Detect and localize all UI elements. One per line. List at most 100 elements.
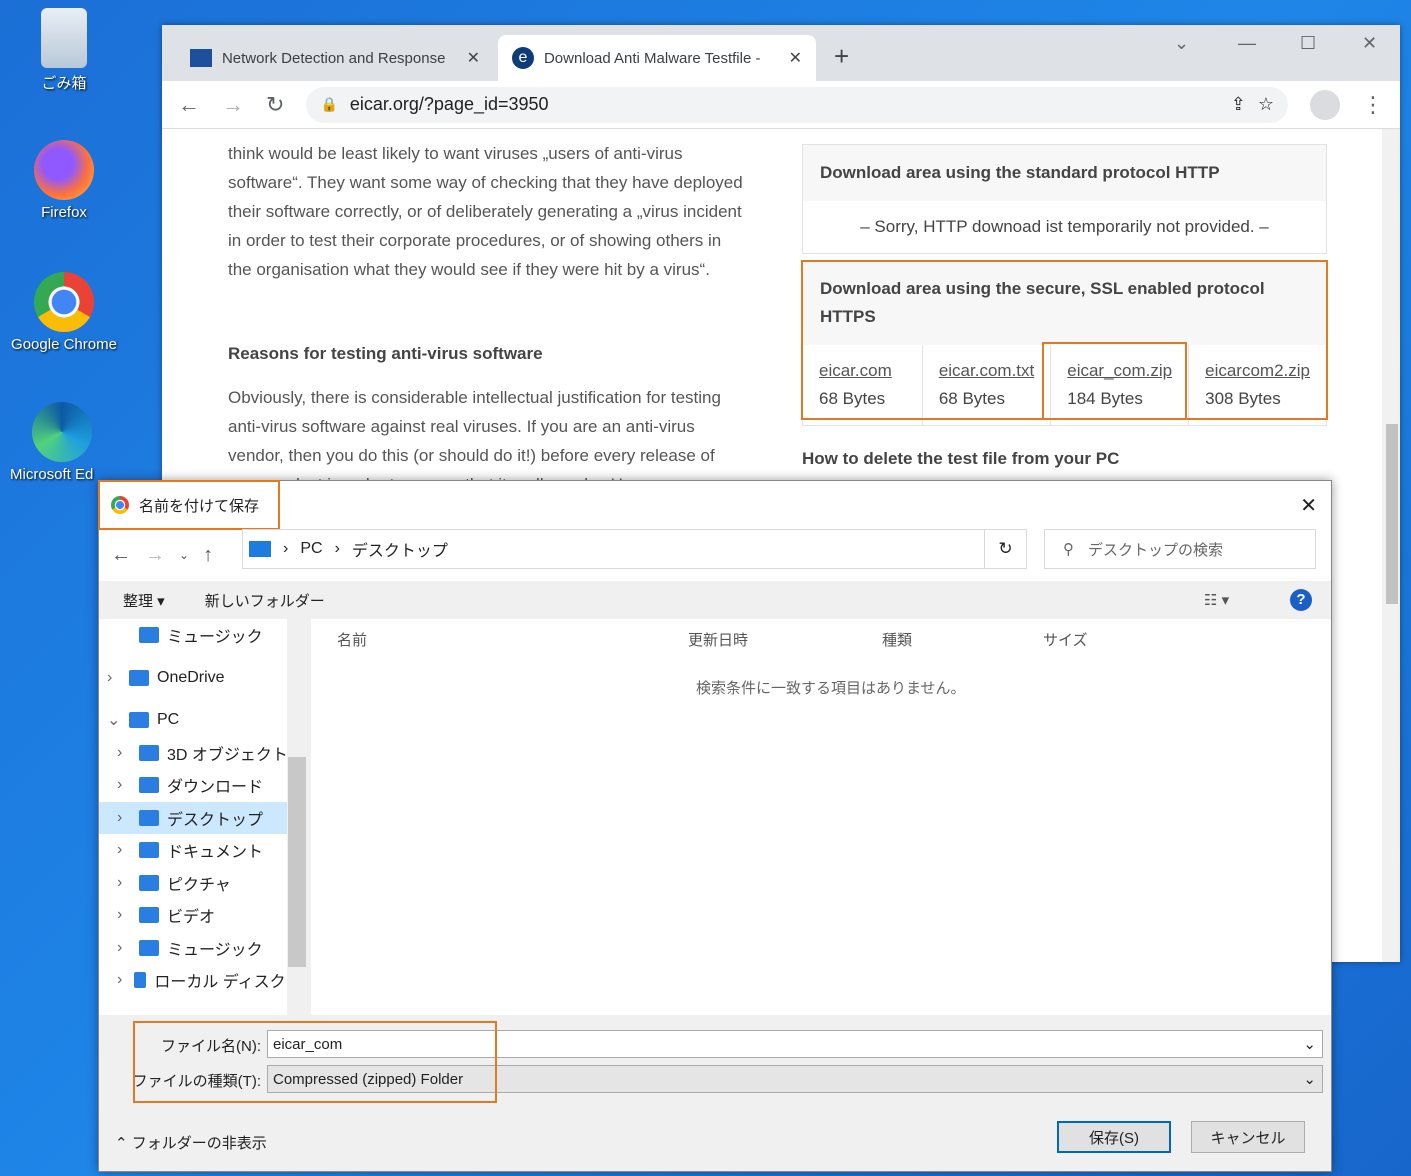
forward-icon[interactable]: →	[222, 92, 244, 118]
scrollbar-thumb[interactable]	[1386, 424, 1398, 604]
forward-icon[interactable]: →	[145, 544, 165, 567]
article-heading: Reasons for testing anti-virus software	[228, 344, 543, 363]
desktop-icon	[139, 809, 159, 826]
expand-chevron-icon[interactable]: ›	[117, 971, 126, 989]
tree-item[interactable]: › ピクチャ	[99, 867, 307, 900]
tree-item[interactable]: › ビデオ	[99, 899, 307, 932]
help-icon[interactable]: ?	[1290, 589, 1312, 611]
tree-item[interactable]: › 3D オブジェクト	[99, 737, 307, 770]
pc-icon	[129, 712, 149, 729]
dialog-close-icon[interactable]: ✕	[1300, 493, 1317, 518]
profile-avatar-icon[interactable]	[1310, 89, 1340, 120]
tab-search-icon[interactable]: ⌄	[1174, 33, 1189, 54]
tab-network-detection[interactable]: Network Detection and Response ✕	[176, 35, 494, 81]
3d-objects-icon	[139, 744, 159, 761]
refresh-icon[interactable]: ↻	[984, 529, 1027, 569]
breadcrumb-item[interactable]: PC	[300, 540, 322, 558]
firefox-icon	[34, 140, 94, 200]
expand-chevron-icon[interactable]: ›	[117, 939, 131, 957]
column-header-date[interactable]: 更新日時	[688, 629, 748, 650]
chrome-icon	[34, 272, 94, 332]
tree-item[interactable]: › ダウンロード	[99, 769, 307, 802]
edge-icon	[32, 402, 92, 462]
expand-chevron-icon[interactable]: ›	[117, 809, 131, 827]
up-icon[interactable]: ↑	[203, 544, 213, 567]
vmw-icon	[190, 49, 212, 67]
pictures-icon	[139, 874, 159, 891]
highlight-filename-fields	[133, 1021, 497, 1103]
highlight-dialog-title	[98, 480, 280, 530]
tree-item[interactable]: ミュージック	[99, 619, 307, 652]
organize-button[interactable]: 整理 ▾	[123, 590, 165, 611]
expand-chevron-icon[interactable]: ›	[117, 874, 131, 892]
eicar-icon: e	[512, 47, 534, 69]
breadcrumb-item[interactable]: デスクトップ	[352, 537, 448, 561]
back-icon[interactable]: ←	[111, 544, 131, 567]
recycle-bin-icon	[41, 8, 87, 68]
address-breadcrumb[interactable]: › PC› デスクトップ ⌄	[242, 529, 1027, 569]
expand-chevron-icon[interactable]: ›	[117, 906, 131, 924]
close-window-icon[interactable]: ✕	[1362, 33, 1377, 54]
search-placeholder: デスクトップの検索	[1088, 541, 1224, 559]
tree-item[interactable]: › ミュージック	[99, 932, 307, 965]
minimize-icon[interactable]: —	[1238, 33, 1256, 54]
lock-icon: 🔒	[320, 96, 338, 112]
url-text: eicar.org/?page_id=3950	[349, 94, 549, 114]
music-icon	[139, 627, 159, 644]
file-list: 名前 更新日時 種類 サイズ 検索条件に一致する項目はありません。	[311, 619, 1331, 1015]
share-icon[interactable]: ⇪	[1231, 94, 1246, 115]
tree-item[interactable]: › OneDrive	[99, 662, 307, 695]
column-header-type[interactable]: 種類	[882, 629, 912, 650]
expand-chevron-icon[interactable]: ›	[117, 744, 131, 762]
maximize-icon[interactable]: ☐	[1300, 33, 1316, 54]
tree-item[interactable]: › ローカル ディスク (C	[99, 964, 307, 997]
tree-item[interactable]: ⌄ PC	[99, 704, 307, 737]
expand-chevron-icon[interactable]: ›	[107, 669, 121, 687]
recent-dropdown-icon[interactable]: ⌄	[179, 548, 189, 562]
bookmark-star-icon[interactable]: ☆	[1258, 94, 1274, 115]
new-folder-button[interactable]: 新しいフォルダー	[205, 590, 325, 611]
close-tab-icon[interactable]: ✕	[789, 48, 802, 68]
back-icon[interactable]: ←	[178, 92, 200, 118]
hide-folders-button[interactable]: ⌃ フォルダーの非表示	[115, 1132, 267, 1153]
view-options-icon[interactable]: ☷ ▾	[1204, 591, 1229, 609]
desktop-icon-edge[interactable]: Microsoft Ed	[10, 402, 130, 483]
menu-icon[interactable]: ⋮	[1362, 92, 1384, 118]
tree-item-label: ダウンロード	[167, 779, 264, 797]
tree-item[interactable]: › ドキュメント	[99, 834, 307, 867]
column-header-size[interactable]: サイズ	[1043, 629, 1088, 650]
tree-item-label: ドキュメント	[167, 844, 264, 862]
save-button[interactable]: 保存(S)	[1057, 1121, 1171, 1153]
tree-item-label: デスクトップ	[167, 811, 264, 829]
filename-dropdown-icon[interactable]: ⌄	[1303, 1035, 1322, 1053]
search-input[interactable]: ⚲ デスクトップの検索	[1044, 529, 1316, 569]
close-tab-icon[interactable]: ✕	[467, 48, 480, 68]
desktop-icon-recycle-bin[interactable]: ごみ箱	[4, 8, 124, 93]
expand-chevron-icon[interactable]: ›	[117, 841, 131, 859]
new-tab-button[interactable]: +	[834, 41, 849, 72]
reload-icon[interactable]: ↻	[266, 92, 284, 118]
tab-title: Download Anti Malware Testfile -	[543, 49, 761, 67]
desktop-icon-chrome[interactable]: Google Chrome	[4, 272, 124, 353]
scrollbar-thumb[interactable]	[288, 757, 306, 967]
tree-item-label: ミュージック	[167, 629, 263, 647]
browser-toolbar: ← → ↻ 🔒 eicar.org/?page_id=3950 ⇪ ☆ ⋮	[162, 81, 1400, 129]
article-paragraph: think would be least likely to want viru…	[228, 144, 743, 279]
tab-eicar[interactable]: e Download Anti Malware Testfile - ✕	[498, 35, 816, 81]
expand-chevron-icon[interactable]: ›	[117, 776, 131, 794]
dialog-footer: ファイル名(N): eicar_com ⌄ ファイルの種類(T): Compres…	[99, 1015, 1331, 1171]
http-download-box: Download area using the standard protoco…	[802, 144, 1327, 254]
column-header-name[interactable]: 名前	[337, 629, 367, 650]
tab-strip: Network Detection and Response ✕ e Downl…	[162, 25, 1400, 81]
tree-item[interactable]: › デスクトップ	[99, 801, 307, 834]
filetype-dropdown-icon[interactable]: ⌄	[1303, 1070, 1322, 1088]
http-box-title: Download area using the standard protoco…	[803, 145, 1326, 201]
cancel-button[interactable]: キャンセル	[1191, 1121, 1305, 1153]
tree-scrollbar[interactable]	[287, 619, 307, 1015]
page-scrollbar[interactable]	[1382, 129, 1400, 962]
http-box-message: – Sorry, HTTP downoad ist temporarily no…	[860, 217, 1269, 236]
music-icon	[139, 939, 159, 956]
desktop-icon-firefox[interactable]: Firefox	[4, 140, 124, 221]
address-bar[interactable]: 🔒 eicar.org/?page_id=3950 ⇪ ☆	[306, 86, 1288, 123]
collapse-chevron-icon[interactable]: ⌄	[107, 710, 121, 730]
